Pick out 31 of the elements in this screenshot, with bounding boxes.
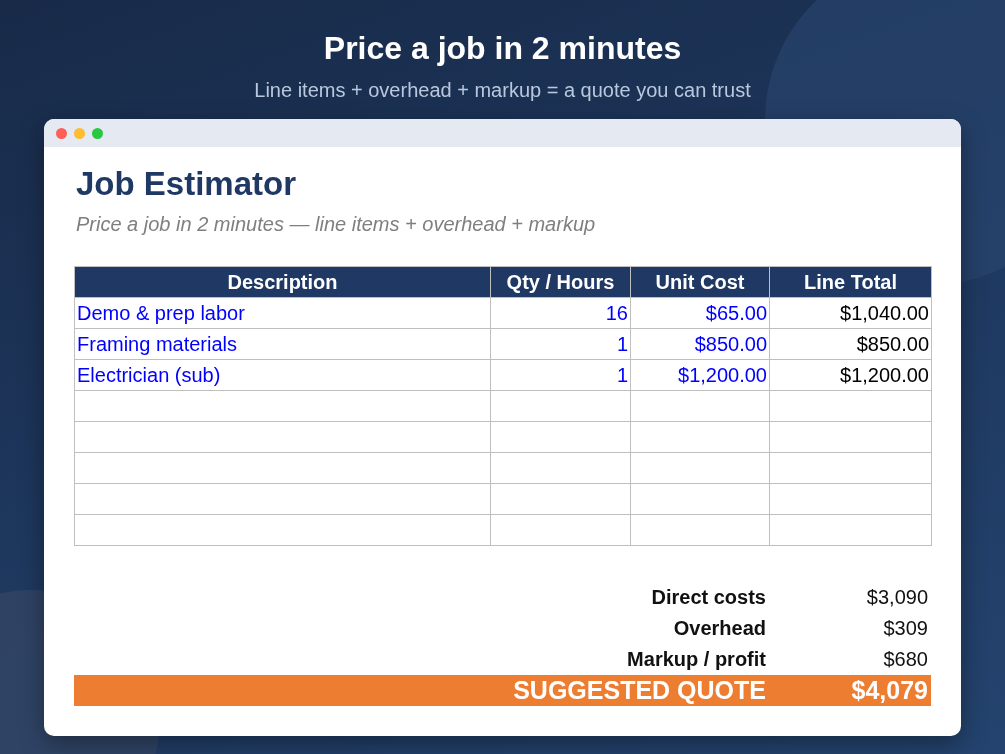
table-cell: $850.00	[630, 328, 770, 360]
minimize-icon[interactable]	[74, 127, 85, 139]
maximize-icon[interactable]	[92, 127, 103, 139]
close-icon[interactable]	[56, 127, 67, 139]
summary-label: Markup / profit	[627, 648, 767, 671]
summary-value: $309	[883, 617, 929, 640]
table-cell: Framing materials	[74, 328, 491, 360]
headline: Price a job in 2 minutes	[323, 30, 682, 67]
table-cell: 1	[490, 359, 631, 391]
subheadline: Line items + overhead + markup = a quote you can trust	[254, 79, 751, 102]
table-cell: $1,040.00	[769, 297, 932, 329]
sheet-title: Job Estimator	[76, 165, 298, 203]
table-cell: Demo & prep labor	[74, 297, 491, 329]
summary-label: SUGGESTED QUOTE	[513, 676, 767, 705]
summary-label: Overhead	[673, 617, 767, 640]
table-cell: $850.00	[769, 328, 932, 360]
column-header: Line Total	[769, 266, 932, 298]
summary-value: $680	[883, 648, 929, 671]
table-cell: $65.00	[630, 297, 770, 329]
column-header: Description	[74, 266, 491, 298]
summary-label: Direct costs	[651, 586, 767, 609]
table-cell: 16	[490, 297, 631, 329]
table-cell: Electrician (sub)	[74, 359, 491, 391]
sheet-subtitle: Price a job in 2 minutes — line items + overhead + markup	[76, 213, 597, 236]
table-cell: 1	[490, 328, 631, 360]
summary-value: $4,079	[851, 676, 929, 705]
table-cell: $1,200.00	[630, 359, 770, 391]
table-cell: $1,200.00	[769, 359, 932, 391]
column-header: Qty / Hours	[490, 266, 631, 298]
summary-value: $3,090	[866, 586, 929, 609]
column-header: Unit Cost	[630, 266, 770, 298]
